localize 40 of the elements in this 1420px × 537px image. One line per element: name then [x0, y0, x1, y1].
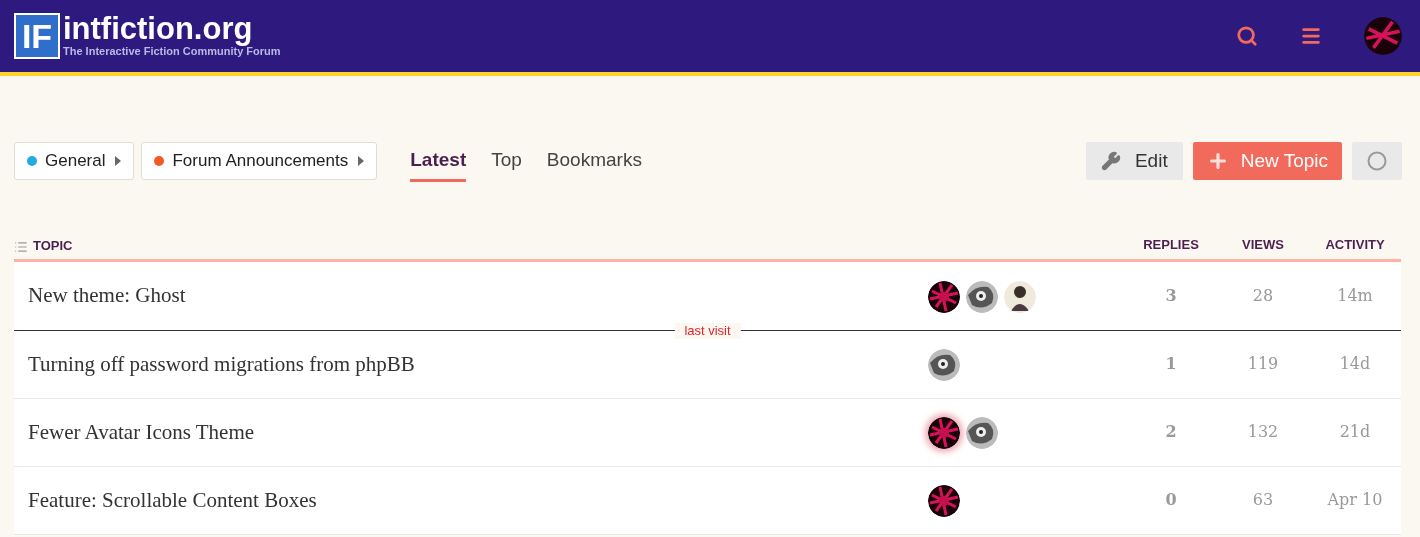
replies-count: 0 — [1164, 489, 1178, 511]
nav-tab[interactable]: Latest — [410, 140, 467, 182]
column-header[interactable]: REPLIES — [1125, 234, 1217, 259]
views-count: 63 — [1251, 489, 1275, 511]
column-header[interactable]: TOPIC — [33, 239, 73, 254]
column-header[interactable]: ACTIVITY — [1309, 234, 1401, 259]
user-avatar[interactable] — [966, 280, 998, 313]
circle-icon — [1367, 150, 1387, 171]
column-header[interactable]: VIEWS — [1217, 234, 1309, 259]
user-avatar[interactable] — [928, 417, 960, 449]
topic-title[interactable]: New theme: Ghost — [28, 282, 186, 307]
user-avatar[interactable] — [928, 349, 960, 381]
topic-title[interactable]: Turning off password migrations from phpBB — [28, 351, 415, 376]
user-avatar[interactable] — [966, 417, 998, 449]
status-button[interactable] — [1352, 141, 1402, 180]
wrench-icon — [1100, 150, 1121, 171]
nav-tab[interactable]: Top — [491, 140, 522, 182]
topic-title[interactable]: Fewer Avatar Icons Theme — [28, 419, 255, 444]
site-tagline: The Interactive Fiction Community Forum — [63, 45, 281, 58]
replies-count: 1 — [1164, 353, 1178, 375]
category-dropdown[interactable]: General — [14, 141, 135, 180]
caret-icon — [358, 155, 365, 166]
logo-mark[interactable]: IF — [14, 13, 60, 59]
search-icon[interactable] — [1236, 25, 1258, 47]
list-icon — [14, 239, 28, 254]
user-avatar[interactable] — [1004, 280, 1036, 313]
replies-count: 3 — [1164, 284, 1178, 307]
nav-tab[interactable]: Bookmarks — [546, 140, 642, 182]
menu-icon[interactable] — [1300, 25, 1322, 47]
views-count: 132 — [1246, 421, 1280, 443]
last-visit-label: last visit — [674, 322, 741, 339]
topic-title[interactable]: Feature: Scrollable Content Boxes — [28, 487, 317, 512]
caret-icon — [115, 155, 122, 166]
views-count: 28 — [1251, 284, 1275, 307]
views-count: 119 — [1246, 353, 1280, 375]
user-avatar[interactable] — [928, 485, 960, 517]
edit-button[interactable]: Edit — [1085, 141, 1183, 180]
user-avatar[interactable] — [928, 280, 960, 313]
category-dropdown[interactable]: Forum Announcements — [141, 141, 378, 180]
replies-count: 2 — [1164, 421, 1178, 443]
